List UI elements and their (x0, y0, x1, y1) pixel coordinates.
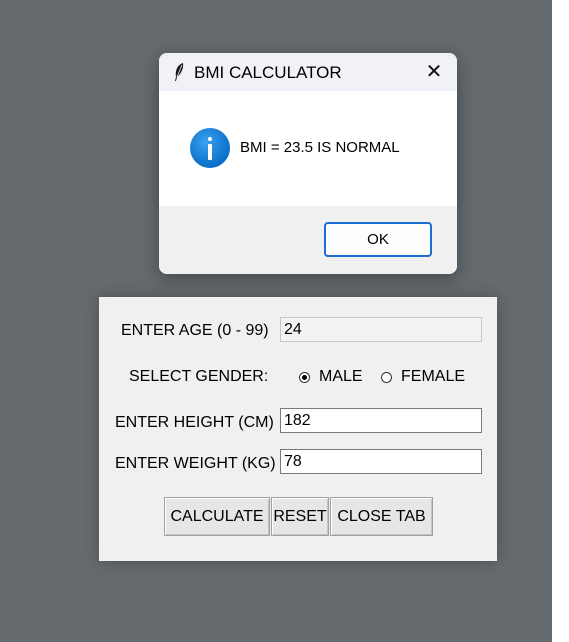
bmi-result-dialog: BMI CALCULATOR ✕ BMI = 23.5 IS NORMAL OK (159, 53, 457, 274)
calculate-button[interactable]: CALCULATE (164, 497, 270, 536)
gender-radio-female[interactable]: FEMALE (381, 368, 465, 386)
background-strip (552, 0, 569, 642)
height-input[interactable]: 182 (280, 408, 482, 433)
gender-radio-male[interactable]: MALE (299, 368, 363, 386)
height-label: ENTER HEIGHT (CM) (115, 414, 274, 431)
dialog-footer: OK (159, 206, 457, 274)
radio-unselected-icon (381, 371, 392, 383)
radio-selected-icon (299, 371, 310, 383)
close-tab-button[interactable]: CLOSE TAB (330, 497, 433, 536)
dialog-title: BMI CALCULATOR (194, 63, 342, 82)
gender-label: SELECT GENDER: (129, 368, 269, 385)
weight-label: ENTER WEIGHT (KG) (115, 455, 276, 472)
close-icon[interactable]: ✕ (421, 59, 447, 85)
dialog-titlebar[interactable]: BMI CALCULATOR ✕ (159, 53, 457, 91)
weight-input[interactable]: 78 (280, 449, 482, 474)
dialog-message: BMI = 23.5 IS NORMAL (240, 139, 400, 156)
gender-male-label: MALE (319, 368, 363, 385)
ok-button[interactable]: OK (324, 222, 432, 257)
reset-button[interactable]: RESET (271, 497, 329, 536)
age-label: ENTER AGE (0 - 99) (121, 322, 269, 339)
feather-icon (175, 63, 184, 81)
dialog-content: BMI = 23.5 IS NORMAL (159, 91, 457, 206)
info-icon (190, 128, 230, 168)
bmi-main-window: ENTER AGE (0 - 99) 24 SELECT GENDER: MAL… (99, 297, 497, 561)
age-input[interactable]: 24 (280, 317, 482, 342)
gender-female-label: FEMALE (401, 368, 466, 385)
